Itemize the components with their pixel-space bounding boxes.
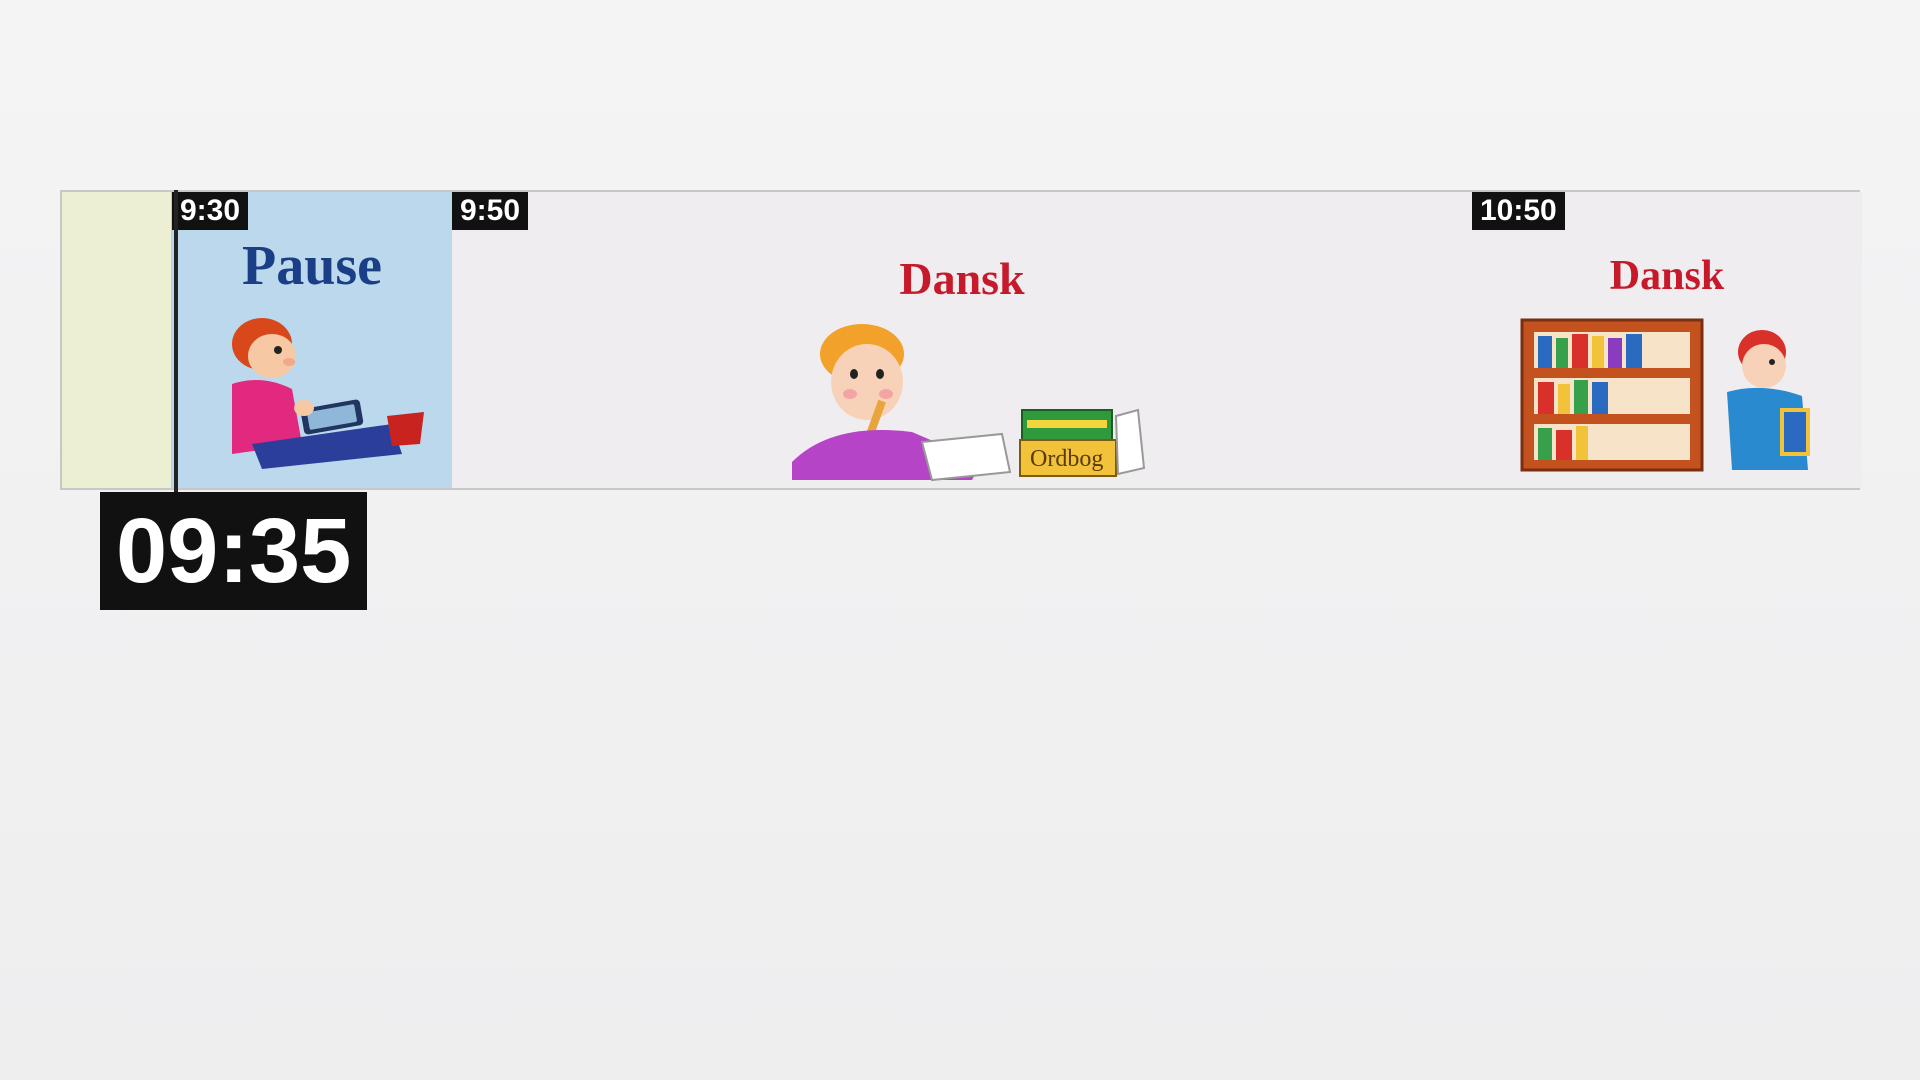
block-start-time: 9:30 (172, 192, 249, 230)
schedule-block-pause[interactable]: 9:30 Pause (172, 192, 452, 488)
schedule-block-dansk-2[interactable]: 10:50 Dansk (1472, 192, 1862, 488)
day-timeline: 9:30 Pause 9:50 Dansk Ordbog 10:50 Dansk (60, 190, 1862, 490)
block-title: Dansk (1609, 253, 1725, 299)
block-title: Pause (242, 235, 382, 297)
block-title: Dansk (899, 253, 1025, 304)
elapsed-segment (62, 192, 172, 488)
boy-bookshelf-icon (1520, 318, 1810, 472)
current-time-clock: 09:35 (100, 492, 368, 610)
boy-with-tablet-icon (232, 318, 424, 469)
schedule-screen: 9:30 Pause 9:50 Dansk Ordbog 10:50 Dansk… (0, 0, 1920, 1080)
ordbog-label: Ordbog (1030, 446, 1103, 472)
schedule-block-dansk[interactable]: 9:50 Dansk Ordbog (452, 192, 1472, 488)
block-start-time: 10:50 (1472, 192, 1565, 230)
current-time-marker (174, 190, 178, 495)
boy-reading-icon: Ordbog (792, 324, 1146, 482)
block-start-time: 9:50 (452, 192, 529, 230)
